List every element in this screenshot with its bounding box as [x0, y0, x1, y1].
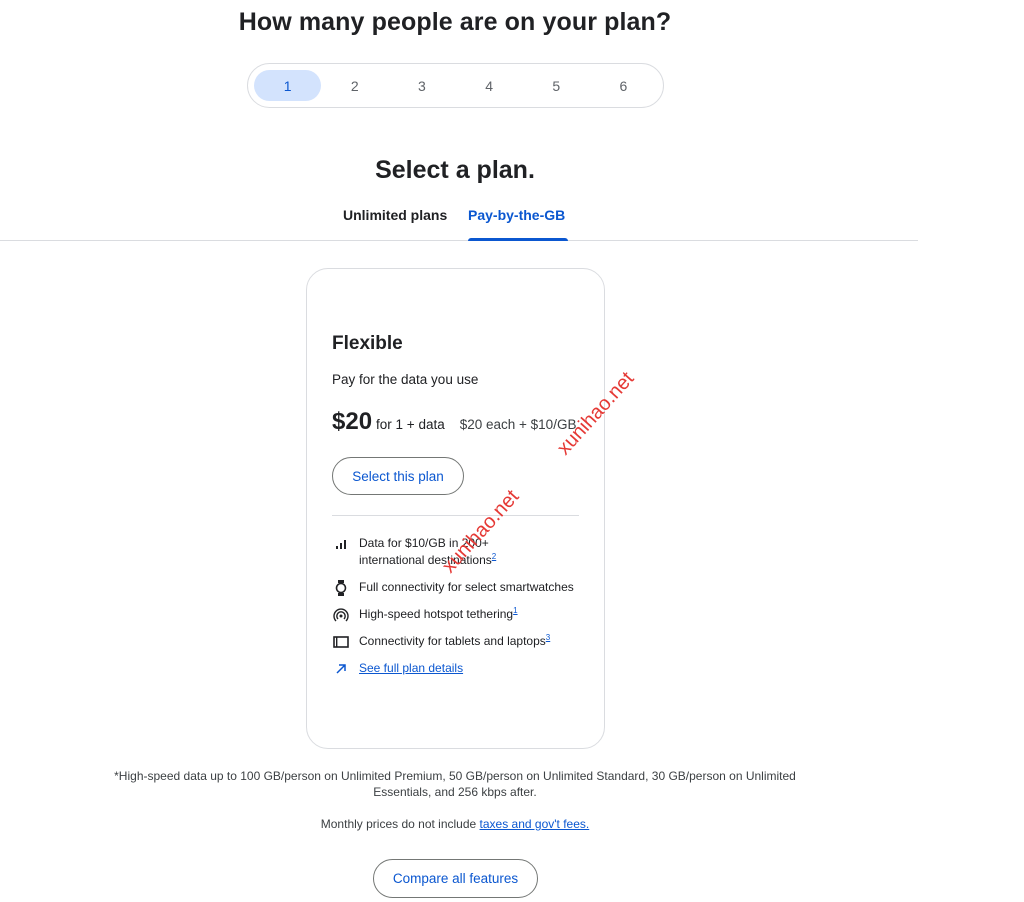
plan-name: Flexible	[332, 333, 403, 354]
feature-international-data: Data for $10/GB in 200+ international des…	[332, 535, 587, 569]
plan-heading: Select a plan.	[375, 156, 535, 184]
price-row: $20 for 1 + data $20 each + $10/GB	[332, 408, 576, 436]
plan-card-flexible: Flexible Pay for the data you use $20 fo…	[306, 268, 605, 749]
arrow-up-right-icon	[332, 660, 349, 677]
active-tab-indicator	[468, 238, 568, 241]
price-for: for 1 + data	[376, 417, 445, 432]
tablet-icon	[332, 633, 349, 650]
tab-pay-by-the-gb[interactable]: Pay-by-the-GB	[468, 207, 565, 223]
people-option-3[interactable]: 3	[388, 70, 455, 101]
people-count-selector: 1 2 3 4 5 6	[247, 63, 664, 108]
feature-full-details: See full plan details	[332, 660, 587, 677]
price-amount: $20	[332, 408, 373, 435]
divider	[332, 515, 579, 516]
data-footnote: *High-speed data up to 100 GB/person on …	[114, 769, 796, 799]
people-option-1[interactable]: 1	[254, 70, 322, 101]
price-each: $20 each + $10/GB	[459, 417, 577, 432]
people-option-4[interactable]: 4	[456, 70, 523, 101]
feature-text: Full connectivity for select smartwatche…	[359, 580, 574, 594]
people-option-6[interactable]: 6	[590, 70, 657, 101]
tab-unlimited-plans[interactable]: Unlimited plans	[343, 207, 447, 223]
people-option-5[interactable]: 5	[523, 70, 590, 101]
select-plan-button[interactable]: Select this plan	[332, 457, 464, 495]
smartwatch-icon	[332, 579, 349, 596]
feature-text: Connectivity for tablets and laptops3	[359, 633, 551, 649]
signal-bars-icon	[332, 535, 349, 552]
taxes-fees-link[interactable]: taxes and gov't fees.	[480, 817, 590, 831]
feature-text: Data for $10/GB in 200+ international des…	[359, 536, 497, 567]
footnote-ref[interactable]: 3	[546, 633, 550, 642]
people-option-2[interactable]: 2	[321, 70, 388, 101]
feature-tablets: Connectivity for tablets and laptops3	[332, 633, 587, 650]
feature-text: High-speed hotspot tethering1	[359, 606, 518, 622]
plan-tabs: Unlimited plans Pay-by-the-GB	[0, 200, 918, 241]
see-full-plan-details-link[interactable]: See full plan details	[359, 660, 463, 677]
footnote-ref[interactable]: 1	[513, 606, 517, 615]
hotspot-icon	[332, 606, 349, 623]
plan-description: Pay for the data you use	[332, 372, 479, 387]
feature-smartwatch: Full connectivity for select smartwatche…	[332, 579, 587, 596]
footnote-ref[interactable]: 2	[492, 552, 496, 561]
compare-features-button[interactable]: Compare all features	[373, 859, 538, 898]
people-heading: How many people are on your plan?	[238, 8, 672, 36]
monthly-prices-note: Monthly prices do not include taxes and …	[320, 817, 590, 831]
feature-hotspot: High-speed hotspot tethering1	[332, 606, 587, 623]
